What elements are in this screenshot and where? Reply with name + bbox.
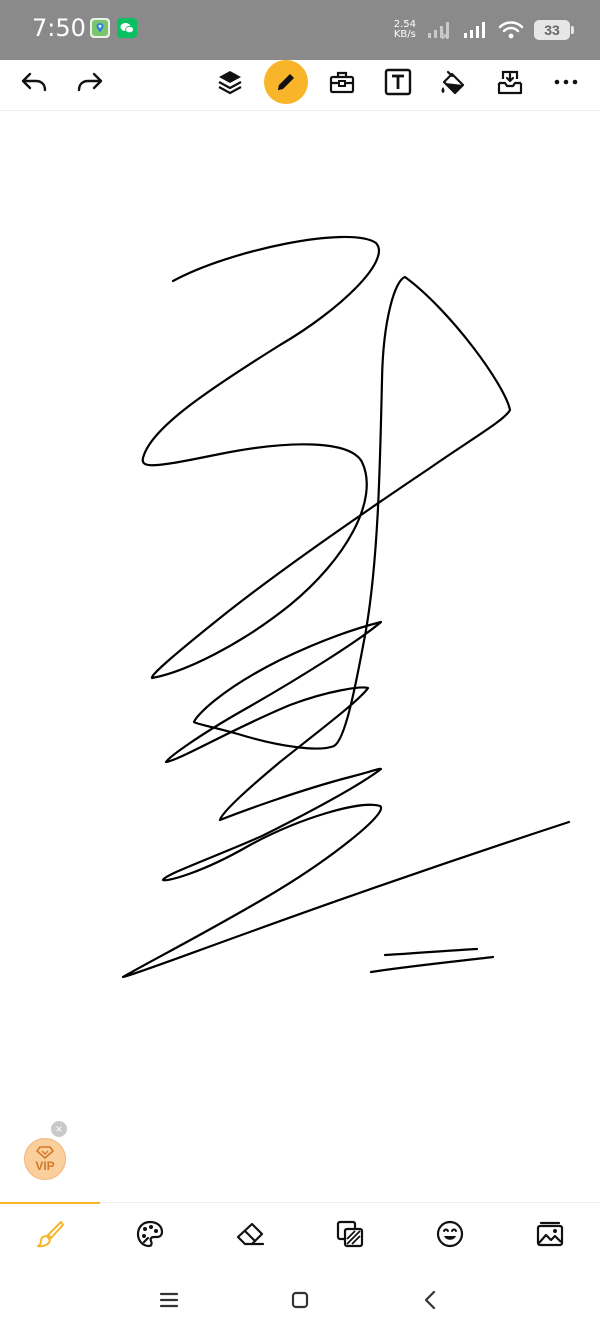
signal-icon xyxy=(464,22,485,38)
top-toolbar xyxy=(0,60,600,110)
status-bar: 7:50 2.54 KB/s 33 xyxy=(0,0,600,60)
eraser-icon xyxy=(236,1222,265,1246)
more-icon xyxy=(554,79,578,85)
drawing-canvas[interactable] xyxy=(0,111,600,1201)
network-speed: 2.54 KB/s xyxy=(393,19,416,40)
tab-sticker[interactable] xyxy=(400,1203,500,1265)
smiley-icon xyxy=(436,1220,464,1248)
undo-icon xyxy=(21,72,47,92)
undo-button[interactable] xyxy=(12,60,56,104)
status-time: 7:50 xyxy=(32,14,86,42)
vip-close-button[interactable]: × xyxy=(51,1121,67,1137)
fill-bucket-button[interactable] xyxy=(432,60,476,104)
back-chevron-icon xyxy=(424,1290,436,1310)
home-button[interactable] xyxy=(280,1282,320,1318)
layers-icon xyxy=(218,71,242,95)
status-indicators: 2.54 KB/s 33 xyxy=(393,16,574,44)
brush-icon xyxy=(37,1221,64,1248)
drawing-strokes xyxy=(121,235,571,979)
redo-button[interactable] xyxy=(68,60,112,104)
tab-image[interactable] xyxy=(500,1203,600,1265)
home-square-icon xyxy=(291,1291,309,1309)
layers-button[interactable] xyxy=(208,60,252,104)
layer-filter-icon xyxy=(336,1220,364,1248)
tab-eraser[interactable] xyxy=(200,1203,300,1265)
fill-bucket-icon xyxy=(441,70,465,95)
diamond-icon xyxy=(36,1146,54,1159)
stroke-1 xyxy=(121,235,571,979)
system-nav-bar xyxy=(0,1268,600,1333)
palette-icon xyxy=(136,1220,164,1248)
wifi-icon xyxy=(498,21,524,39)
maps-app-icon xyxy=(90,18,110,38)
more-options-button[interactable] xyxy=(544,60,588,104)
tab-brush[interactable] xyxy=(0,1203,100,1265)
stroke-3 xyxy=(369,955,495,974)
recent-apps-button[interactable] xyxy=(149,1282,189,1318)
wechat-app-icon xyxy=(117,18,137,38)
back-button[interactable] xyxy=(411,1282,451,1318)
save-button[interactable] xyxy=(488,60,532,104)
pencil-tool-button[interactable] xyxy=(264,60,308,104)
vip-label: VIP xyxy=(35,1159,55,1173)
stroke-2 xyxy=(383,947,479,957)
signal-disabled-icon xyxy=(428,22,449,39)
battery-icon: 33 xyxy=(534,20,574,40)
bottom-tool-tabs xyxy=(0,1202,600,1265)
toolbox-button[interactable] xyxy=(320,60,364,104)
pencil-icon xyxy=(278,74,294,90)
tab-palette[interactable] xyxy=(100,1203,200,1265)
vip-badge[interactable]: VIP xyxy=(24,1138,66,1180)
image-icon xyxy=(536,1221,564,1247)
text-tool-button[interactable] xyxy=(376,60,420,104)
tab-layer-filter[interactable] xyxy=(300,1203,400,1265)
toolbox-icon xyxy=(329,71,355,94)
redo-icon xyxy=(77,72,103,92)
menu-icon xyxy=(159,1292,179,1308)
save-download-icon xyxy=(497,70,523,95)
text-icon xyxy=(384,68,412,96)
